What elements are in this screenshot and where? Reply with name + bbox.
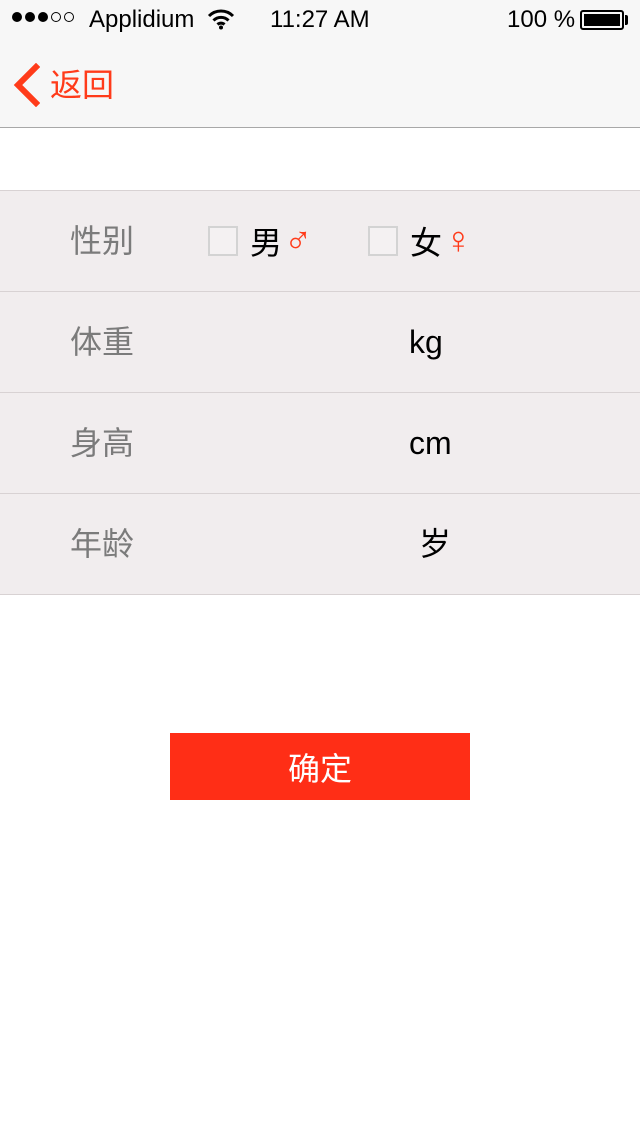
status-time: 11:27 AM [270, 6, 370, 33]
carrier-name: Applidium [89, 6, 195, 33]
signal-dot [64, 12, 74, 22]
status-bar: Applidium 11:27 AM 100 % [0, 0, 640, 40]
weight-input[interactable] [200, 317, 404, 369]
chevron-left-icon [13, 63, 40, 107]
age-unit: 岁 [419, 526, 452, 562]
wifi-icon [207, 9, 235, 30]
signal-dot [25, 12, 35, 22]
male-symbol-icon: ♂ [284, 220, 313, 262]
battery-fill [584, 14, 620, 26]
back-label: 返回 [50, 67, 115, 103]
height-input[interactable] [200, 418, 404, 470]
female-label: 女 [410, 225, 443, 261]
weight-label: 体重 [70, 324, 135, 360]
age-input[interactable] [200, 519, 404, 571]
female-checkbox[interactable] [368, 226, 398, 256]
back-button[interactable]: 返回 [12, 60, 114, 110]
signal-dot [12, 12, 22, 22]
male-checkbox[interactable] [208, 226, 238, 256]
weight-row: 体重 kg [0, 292, 640, 393]
female-option[interactable]: 女 ♀ [368, 219, 473, 263]
gender-row: 性别 男 ♂ 女 ♀ [0, 191, 640, 292]
signal-strength-icon [12, 12, 74, 22]
male-option[interactable]: 男 ♂ [208, 219, 313, 263]
battery-tip [625, 15, 628, 25]
height-label: 身高 [70, 425, 135, 461]
female-symbol-icon: ♀ [444, 220, 473, 262]
age-label: 年龄 [70, 526, 135, 562]
gender-label: 性别 [70, 223, 135, 259]
signal-dot [38, 12, 48, 22]
weight-unit: kg [409, 324, 443, 360]
male-label: 男 [250, 225, 283, 261]
profile-form: 性别 男 ♂ 女 ♀ 体重 kg 身高 cm 年龄 岁 [0, 190, 640, 595]
battery-icon [580, 10, 624, 30]
confirm-button[interactable]: 确定 [170, 733, 470, 800]
height-unit: cm [409, 425, 452, 461]
age-row: 年龄 岁 [0, 494, 640, 595]
navigation-bar: 返回 [0, 40, 640, 128]
signal-dot [51, 12, 61, 22]
height-row: 身高 cm [0, 393, 640, 494]
battery-percentage: 100 % [507, 6, 576, 33]
